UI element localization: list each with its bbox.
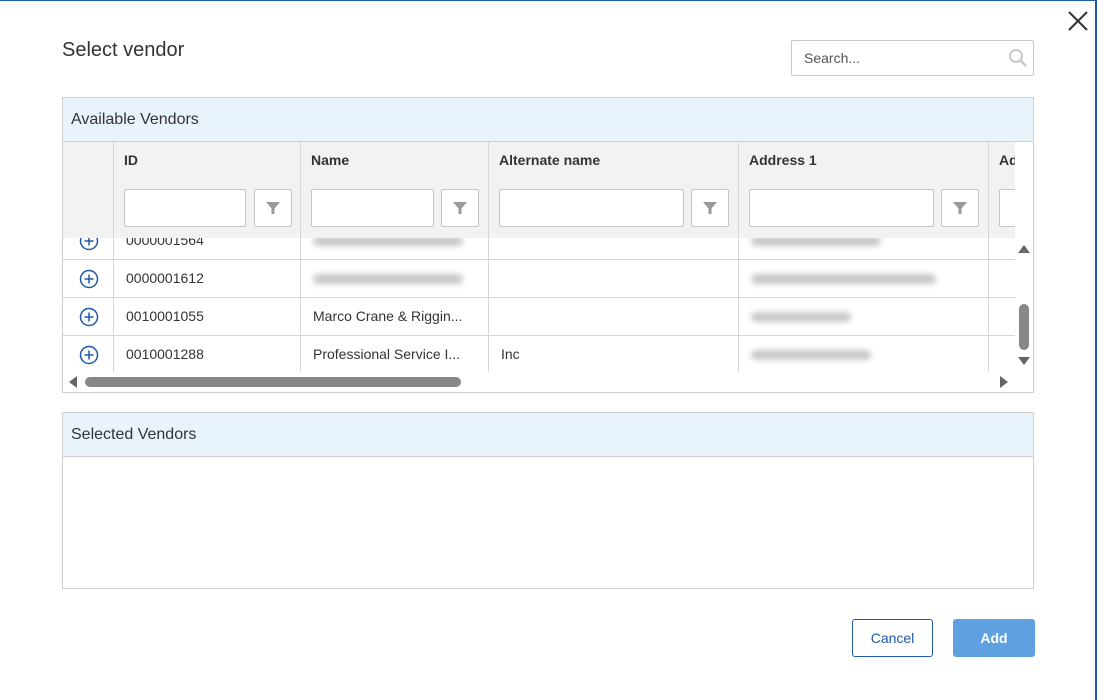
filter-input-id[interactable] [124, 189, 246, 227]
scroll-left-icon[interactable] [68, 376, 78, 388]
selected-vendors-header: Selected Vendors [63, 413, 1033, 457]
dialog-title: Select vendor [62, 39, 185, 61]
filter-cell-id [114, 179, 301, 238]
plus-circle-icon[interactable] [79, 307, 99, 327]
cell-address-2 [989, 336, 1015, 372]
filter-icon [953, 202, 967, 214]
vertical-scrollbar[interactable] [1015, 238, 1033, 372]
cell-address-1 [739, 336, 989, 372]
column-header-address-2[interactable]: Ad [989, 142, 1015, 179]
vendors-grid: ID Name Alternate name Address 1 Ad 0000… [63, 142, 1033, 392]
filter-cell-address-2 [989, 179, 1015, 238]
filter-input-name[interactable] [311, 189, 434, 227]
cell-name [301, 238, 489, 259]
plus-circle-icon[interactable] [79, 269, 99, 289]
table-row[interactable]: 0000001612 [63, 260, 1015, 298]
available-vendors-header: Available Vendors [63, 98, 1033, 142]
horizontal-scrollbar[interactable] [63, 372, 1033, 392]
cell-address-2 [989, 260, 1015, 297]
filter-icon [453, 202, 467, 214]
cell-name [301, 260, 489, 297]
column-header-name[interactable]: Name [301, 142, 489, 179]
selected-vendors-list [63, 457, 1033, 588]
filter-row [63, 179, 1015, 239]
cell-address-1 [739, 298, 989, 335]
horizontal-scroll-thumb[interactable] [85, 377, 461, 387]
table-row[interactable]: 0000001564 [63, 238, 1015, 260]
cell-address-2 [989, 238, 1015, 259]
close-icon[interactable] [1064, 7, 1092, 35]
available-vendors-panel: Available Vendors ID Name Alternate name… [62, 97, 1034, 393]
search-icon[interactable] [1008, 48, 1028, 68]
scroll-right-icon[interactable] [999, 376, 1009, 388]
cell-alternate-name [489, 260, 739, 297]
cell-address-1 [739, 260, 989, 297]
table-row[interactable]: 0010001288 Professional Service I... Inc [63, 336, 1015, 372]
filter-cell-select [63, 179, 114, 238]
column-header-address-1[interactable]: Address 1 [739, 142, 989, 179]
filter-button-name[interactable] [441, 189, 479, 227]
row-select-cell [63, 238, 114, 259]
cell-alternate-name [489, 298, 739, 335]
cell-address-1 [739, 238, 989, 259]
row-select-cell [63, 260, 114, 297]
filter-input-address-1[interactable] [749, 189, 934, 227]
filter-input-address-2[interactable] [999, 189, 1015, 227]
cell-id: 0000001564 [114, 238, 301, 259]
filter-cell-address-1 [739, 179, 989, 238]
selected-vendors-panel: Selected Vendors [62, 412, 1034, 589]
filter-button-address-1[interactable] [941, 189, 979, 227]
add-button[interactable]: Add [953, 619, 1035, 657]
filter-button-id[interactable] [254, 189, 292, 227]
cell-id: 0010001288 [114, 336, 301, 372]
cell-id: 0000001612 [114, 260, 301, 297]
scroll-down-icon[interactable] [1018, 356, 1030, 366]
table-row[interactable]: 0010001055 Marco Crane & Riggin... [63, 298, 1015, 336]
column-header-select [63, 142, 114, 179]
column-header-alternate-name[interactable]: Alternate name [489, 142, 739, 179]
cell-name: Marco Crane & Riggin... [301, 298, 489, 335]
cell-address-2 [989, 298, 1015, 335]
filter-input-alternate-name[interactable] [499, 189, 684, 227]
cell-name: Professional Service I... [301, 336, 489, 372]
cancel-button[interactable]: Cancel [852, 619, 933, 657]
cell-alternate-name: Inc [489, 336, 739, 372]
row-select-cell [63, 298, 114, 335]
search-input[interactable] [792, 41, 1009, 75]
vendor-rows: 0000001564 0000001612 0010001055 Marco C… [63, 238, 1015, 372]
scroll-up-icon[interactable] [1018, 244, 1030, 254]
column-header-row: ID Name Alternate name Address 1 Ad [63, 142, 1015, 180]
vertical-scroll-thumb[interactable] [1019, 304, 1029, 350]
column-header-id[interactable]: ID [114, 142, 301, 179]
filter-icon [703, 202, 717, 214]
search-box [791, 40, 1034, 76]
filter-cell-name [301, 179, 489, 238]
row-select-cell [63, 336, 114, 372]
filter-icon [266, 202, 280, 214]
cell-alternate-name [489, 238, 739, 259]
plus-circle-icon[interactable] [79, 345, 99, 365]
cell-id: 0010001055 [114, 298, 301, 335]
filter-button-alternate-name[interactable] [691, 189, 729, 227]
plus-circle-icon[interactable] [79, 238, 99, 251]
filter-cell-alternate-name [489, 179, 739, 238]
select-vendor-dialog: Select vendor Available Vendors ID Name … [0, 0, 1097, 700]
